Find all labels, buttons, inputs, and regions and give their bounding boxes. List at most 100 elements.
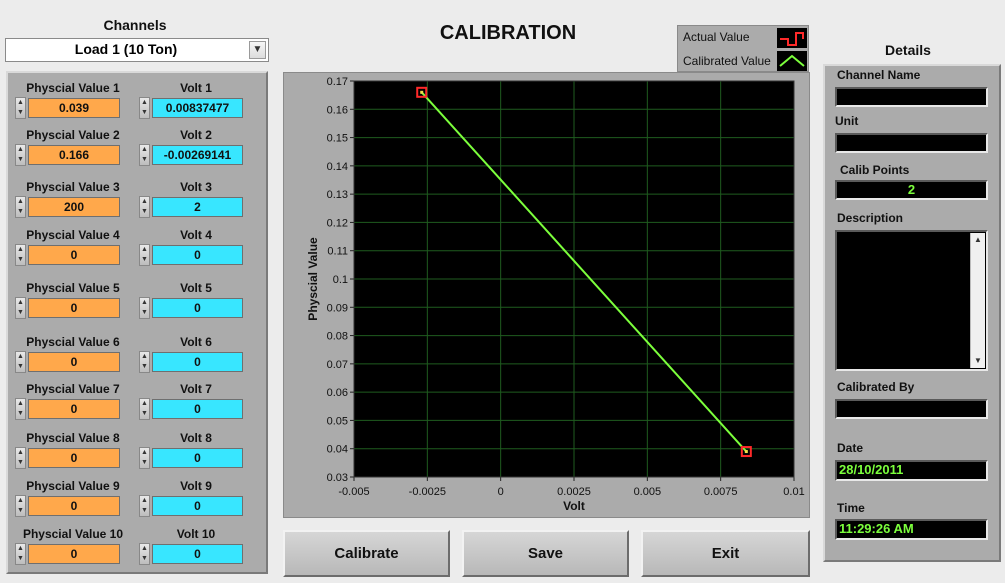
exit-button[interactable]: Exit [641,530,810,577]
x-tick-label: 0 [498,486,504,498]
volt-label: Volt 2 [180,128,212,142]
channel-name-field[interactable] [835,87,988,107]
volt-label: Volt 3 [180,180,212,194]
y-tick-label: 0.14 [327,161,348,173]
volt-stepper[interactable]: ▲ ▼ [139,97,150,119]
y-tick-label: 0.06 [327,387,348,399]
channel-select[interactable]: Load 1 (10 Ton) ▼ [5,38,269,62]
volt-field[interactable]: 2 [152,197,243,217]
y-tick-label: 0.1 [333,274,348,286]
volt-field[interactable]: 0 [152,448,243,468]
volt-field[interactable]: 0 [152,399,243,419]
phys-value-field[interactable]: 0 [28,448,120,468]
volt-stepper[interactable]: ▲ ▼ [139,447,150,469]
phys-value-stepper[interactable]: ▲ ▼ [15,543,26,565]
phys-value-stepper[interactable]: ▲ ▼ [15,495,26,517]
phys-value-stepper[interactable]: ▲ ▼ [15,196,26,218]
page-title: CALIBRATION [439,22,577,44]
calibration-chart[interactable]: -0.005 -0.0025 0 0.0025 0.005 0.0075 0.01 0.03 0… [283,72,810,518]
scroll-up-icon[interactable]: ▲ [971,233,985,247]
time-field: 11:29:26 AM [835,519,988,540]
y-tick-label: 0.03 [327,472,348,484]
volt-stepper[interactable]: ▲ ▼ [139,495,150,517]
save-button[interactable]: Save [462,530,629,577]
phys-value-stepper[interactable]: ▲ ▼ [15,297,26,319]
volt-label: Volt 10 [176,527,216,541]
time-label: Time [837,501,865,515]
volt-stepper[interactable]: ▲ ▼ [139,244,150,266]
phys-value-label: Physcial Value 5 [26,281,120,295]
volt-stepper[interactable]: ▲ ▼ [139,144,150,166]
phys-value-label: Physcial Value 3 [26,180,120,194]
scroll-down-icon[interactable]: ▼ [971,354,985,368]
x-tick-label: 0.0025 [557,486,591,498]
phys-value-label: Physcial Value 6 [26,335,120,349]
phys-value-field[interactable]: 0 [28,399,120,419]
phys-value-stepper[interactable]: ▲ ▼ [15,351,26,373]
calibrated-by-field[interactable] [835,399,988,419]
phys-value-field[interactable]: 0 [28,298,120,318]
x-axis-label: Volt [563,499,585,513]
phys-value-field[interactable]: 200 [28,197,120,217]
chevron-down-icon[interactable]: ▼ [249,41,266,59]
x-tick-label: 0.01 [783,486,804,498]
calib-points-field: 2 [835,180,988,200]
phys-value-field[interactable]: 0 [28,245,120,265]
legend-calibrated-swatch [777,51,807,71]
phys-value-stepper[interactable]: ▲ ▼ [15,447,26,469]
volt-field[interactable]: 0 [152,496,243,516]
y-tick-label: 0.08 [327,331,348,343]
volt-stepper[interactable]: ▲ ▼ [139,196,150,218]
y-tick-label: 0.07 [327,359,348,371]
phys-value-stepper[interactable]: ▲ ▼ [15,97,26,119]
date-label: Date [837,441,864,455]
legend-actual-swatch [777,28,807,48]
y-tick-label: 0.04 [327,444,348,456]
channels-label: Channels [103,17,167,33]
x-tick-label: -0.005 [338,486,369,498]
phys-value-stepper[interactable]: ▲ ▼ [15,144,26,166]
phys-value-label: Physcial Value 10 [22,527,124,541]
phys-value-label: Physcial Value 1 [26,81,120,95]
unit-label: Unit [835,114,859,128]
y-axis-label: Physcial Value [306,237,320,321]
volt-field[interactable]: 0.00837477 [152,98,243,118]
channel-name-label: Channel Name [837,68,921,82]
volt-label: Volt 9 [180,479,212,493]
calib-points-label: Calib Points [840,163,910,177]
volt-label: Volt 1 [180,81,212,95]
volt-stepper[interactable]: ▲ ▼ [139,297,150,319]
phys-value-field[interactable]: 0 [28,496,120,516]
y-tick-label: 0.12 [327,217,348,229]
y-tick-label: 0.15 [327,133,348,145]
volt-stepper[interactable]: ▲ ▼ [139,398,150,420]
volt-field[interactable]: -0.00269141 [152,145,243,165]
volt-field[interactable]: 0 [152,544,243,564]
phys-value-stepper[interactable]: ▲ ▼ [15,398,26,420]
unit-field[interactable] [835,133,988,153]
volt-label: Volt 7 [180,382,212,396]
volt-label: Volt 5 [180,281,212,295]
y-tick-label: 0.11 [327,246,348,258]
calibrated-by-label: Calibrated By [837,380,915,394]
volt-label: Volt 8 [180,431,212,445]
phys-value-field[interactable]: 0.039 [28,98,120,118]
legend-actual-label: Actual Value [683,30,750,44]
phys-value-field[interactable]: 0.166 [28,145,120,165]
volt-stepper[interactable]: ▲ ▼ [139,351,150,373]
volt-label: Volt 6 [180,335,212,349]
x-tick-label: 0.005 [634,486,662,498]
volt-stepper[interactable]: ▲ ▼ [139,543,150,565]
volt-field[interactable]: 0 [152,352,243,372]
phys-value-field[interactable]: 0 [28,544,120,564]
volt-label: Volt 4 [180,228,212,242]
description-scrollbar[interactable]: ▲ ▼ [970,233,985,368]
volt-field[interactable]: 0 [152,245,243,265]
phys-value-stepper[interactable]: ▲ ▼ [15,244,26,266]
legend-calibrated-label: Calibrated Value [683,54,771,68]
channel-select-value: Load 1 (10 Ton) [74,41,178,57]
description-field[interactable]: ▲ ▼ [835,230,988,371]
calibrate-button[interactable]: Calibrate [283,530,450,577]
phys-value-field[interactable]: 0 [28,352,120,372]
volt-field[interactable]: 0 [152,298,243,318]
